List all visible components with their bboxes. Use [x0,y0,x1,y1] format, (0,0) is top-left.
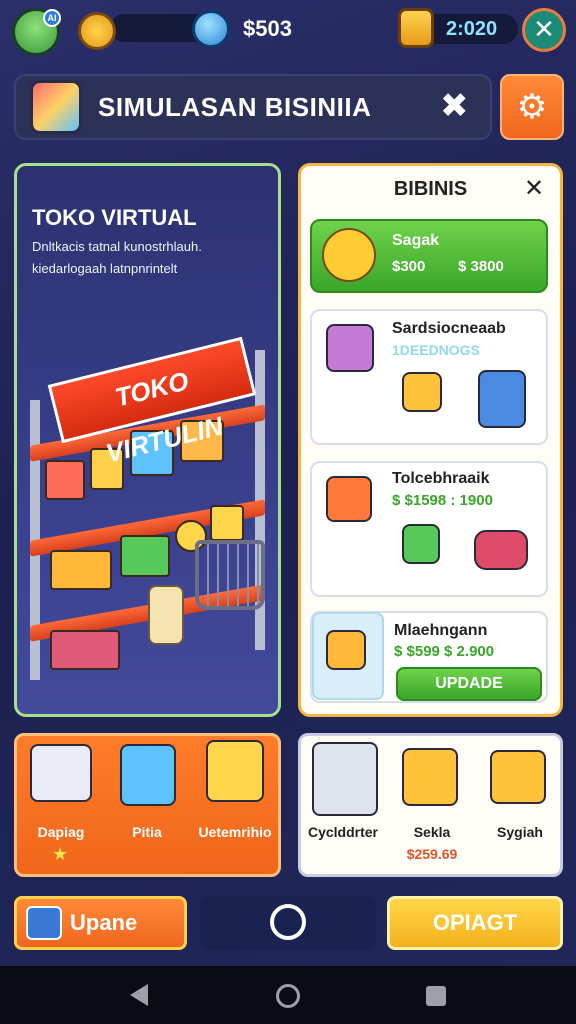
close-icon[interactable]: ✕ [522,8,566,52]
close-title-button[interactable]: ✖ [440,86,469,126]
ai-badge: AI [43,9,61,27]
container-icon[interactable] [312,742,378,816]
store-description: Dnltkacis tatnal kunostrhlauh. kiedarlog… [32,239,202,276]
card-price: $ $1598 : 1900 [392,492,493,509]
cash-register-icon[interactable] [120,744,176,806]
shopping-cart-icon[interactable] [195,540,265,610]
server-icon [478,370,526,428]
center-circle-button[interactable] [270,904,306,940]
timer-value: 2:020 [446,18,498,40]
item-label: Cyclddrter [307,824,379,840]
item-label: Dapiag [37,824,85,840]
item-label: Sygiah [497,824,543,840]
gear-coin-icon [78,12,116,50]
box-icon[interactable] [490,750,546,804]
card-title: Sardsiocneaab [392,320,506,337]
store-icon [326,476,372,522]
close-business-icon[interactable]: ✕ [524,174,544,203]
update-button[interactable]: UPDADE [396,667,542,701]
car-icon [474,530,528,570]
jar-icon [148,585,184,645]
page-title: SIMULASAN BISINIIA [98,92,372,122]
item-label: Pitia [132,824,162,840]
settings-button[interactable]: ⚙ [500,74,564,140]
shop-icon [326,324,374,372]
store-title: TOKO VIRTUAL [32,205,197,230]
operate-button[interactable]: OPIAGT [387,896,563,950]
item-price: $259.69 [406,846,458,862]
card-title: Sagak [392,232,440,249]
tin-icon [398,8,434,48]
card-title: Tolcebhraaik [392,470,490,487]
box-icon[interactable] [402,748,458,806]
card-price: $ $599 $ 2.900 [394,643,495,660]
sink-icon[interactable] [30,744,92,802]
card-cost: $ 3800 [458,258,504,275]
card-subtitle: 1DEEDNOGS [392,342,480,358]
player-avatar[interactable]: AI [12,8,61,56]
appliance-icon[interactable] [206,740,264,802]
gem-icon[interactable] [192,10,230,48]
machine-icon [326,630,366,670]
card-price: $300 [392,258,426,275]
money-counter: $503 [243,16,292,41]
game-logo [30,80,82,134]
item-label: Uetemrihio [198,824,272,840]
upgrade-button-label: Upane [70,910,138,935]
item-label: Sekla [413,824,451,840]
back-icon[interactable] [130,984,148,1006]
box-icon [402,372,442,412]
package-icon [402,524,440,564]
worker-icon [26,906,62,940]
gear-coin-icon [322,228,376,282]
recent-apps-icon[interactable] [426,986,446,1006]
gear-icon: ⚙ [516,88,548,126]
card-title: Mlaehngann [394,622,488,639]
star-icon: ★ [52,844,69,864]
home-icon[interactable] [276,984,300,1008]
